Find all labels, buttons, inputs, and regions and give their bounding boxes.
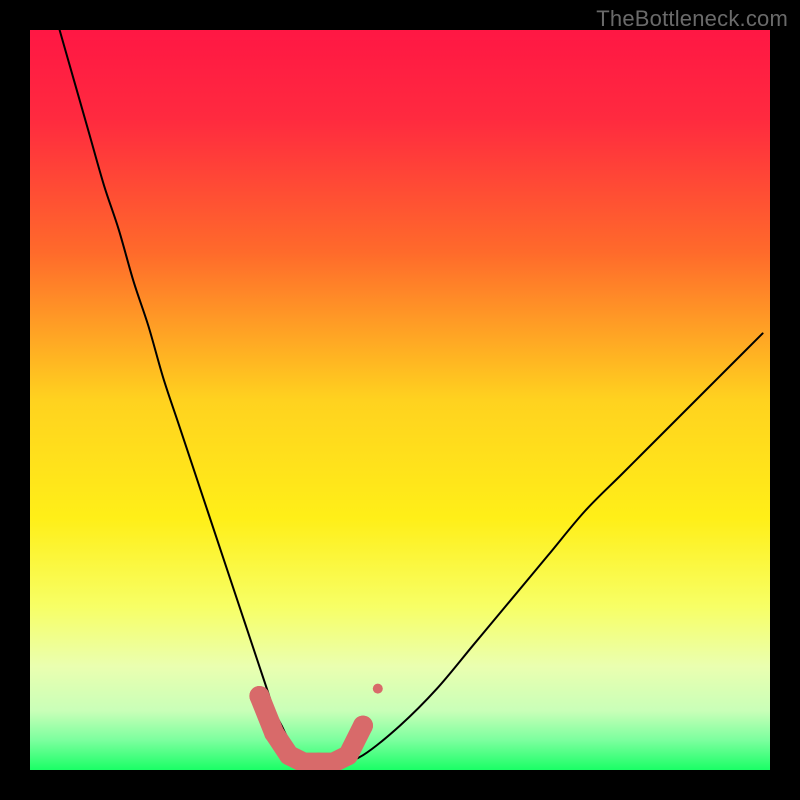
outer-frame: TheBottleneck.com: [0, 0, 800, 800]
watermark-label: TheBottleneck.com: [596, 6, 788, 32]
trough-outlier: [373, 684, 383, 694]
plot-area: [30, 30, 770, 770]
chart-svg: [30, 30, 770, 770]
gradient-background: [30, 30, 770, 770]
